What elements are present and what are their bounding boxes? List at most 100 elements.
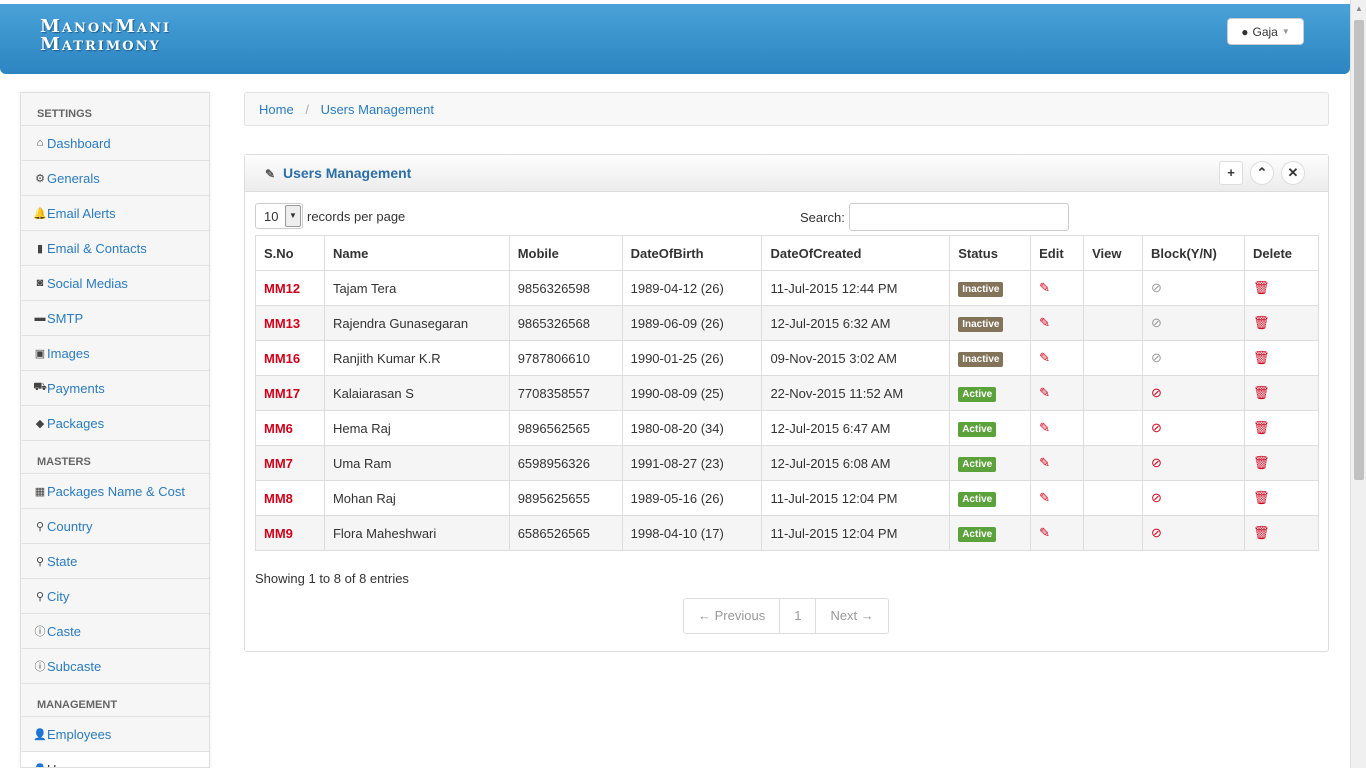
user-menu-button[interactable]: ● Gaja ▼ <box>1227 18 1304 45</box>
sidebar-section-title: MASTERS <box>21 441 209 474</box>
sidebar-item-city[interactable]: ⚲ City <box>21 579 209 614</box>
trash-icon[interactable]: 🗑 <box>1253 385 1270 400</box>
pencil-icon[interactable]: ✎ <box>1039 280 1050 295</box>
dob-cell: 1991-08-27 (23) <box>621 445 763 481</box>
add-button[interactable]: + <box>1219 161 1243 185</box>
next-page-button[interactable]: Next → <box>816 599 887 633</box>
collapse-button[interactable]: ⌃ <box>1250 161 1274 185</box>
sidebar-item-packages[interactable]: ◆ Packages <box>21 406 209 441</box>
ban-icon[interactable]: ⊘ <box>1151 350 1162 365</box>
sidebar-item-images[interactable]: ▣ Images <box>21 336 209 371</box>
sidebar-item-employees[interactable]: 👤 Employees <box>21 717 209 752</box>
table-info: Showing 1 to 8 of 8 entries <box>255 571 409 586</box>
user-icon: 👤 <box>33 728 47 741</box>
trash-icon[interactable]: 🗑 <box>1253 280 1270 295</box>
sidebar-item-users[interactable]: 👤Users <box>21 752 209 767</box>
pagination: ← Previous 1 Next → <box>683 598 889 634</box>
ban-icon[interactable]: ⊘ <box>1151 420 1162 435</box>
scroll-up-arrow[interactable]: ▲ <box>1351 4 1366 14</box>
user-name-cell: Flora Maheshwari <box>323 515 510 551</box>
trash-icon[interactable]: 🗑 <box>1253 490 1270 505</box>
column-header[interactable]: Edit <box>1030 235 1085 271</box>
sidebar-item-payments[interactable]: ⛟ Payments <box>21 371 209 406</box>
sidebar-item-packages-name-cost[interactable]: ▦ Packages Name & Cost <box>21 474 209 509</box>
delete-cell: 🗑 <box>1243 375 1320 411</box>
table-row: MM8 Mohan Raj 9895625655 1989-05-16 (26) 11-… <box>255 480 1320 516</box>
pencil-icon[interactable]: ✎ <box>1039 315 1050 330</box>
top-navbar: ManonMani Matrimony ● Gaja ▼ <box>0 4 1350 74</box>
sidebar-item-dashboard[interactable]: ⌂ Dashboard <box>21 126 209 161</box>
column-header[interactable]: S.No <box>255 235 325 271</box>
status-cell: Active <box>949 515 1032 551</box>
pencil-icon[interactable]: ✎ <box>1039 490 1050 505</box>
pencil-icon[interactable]: ✎ <box>1039 420 1050 435</box>
ban-icon[interactable]: ⊘ <box>1151 490 1162 505</box>
ban-icon[interactable]: ⊘ <box>1151 385 1162 400</box>
sidebar-item-social-medias[interactable]: ◙ Social Medias <box>21 266 209 301</box>
column-header[interactable]: DateOfBirth <box>621 235 763 271</box>
block-cell: ⊘ <box>1142 515 1245 551</box>
trash-icon[interactable]: 🗑 <box>1253 350 1270 365</box>
ban-icon[interactable]: ⊘ <box>1151 525 1162 540</box>
page-scrollbar[interactable]: ▲ <box>1350 0 1366 768</box>
previous-page-button[interactable]: ← Previous <box>684 599 781 633</box>
view-cell <box>1083 410 1144 446</box>
gift-icon: ▦ <box>34 485 46 498</box>
page-1-button[interactable]: 1 <box>780 599 817 633</box>
pencil-icon[interactable]: ✎ <box>1039 385 1050 400</box>
user-id-cell: MM9 <box>255 515 325 551</box>
map-marker-icon: ⚲ <box>35 555 45 568</box>
column-header[interactable]: Block(Y/N) <box>1142 235 1245 271</box>
sidebar-item-email-alerts[interactable]: 🔔 Email Alerts <box>21 196 209 231</box>
mobile-cell: 9895625655 <box>508 480 623 516</box>
sidebar-item-label: Email Alerts <box>47 205 116 221</box>
records-per-page-select[interactable]: 10 ▼ <box>255 203 303 229</box>
user-id-cell: MM17 <box>255 375 325 411</box>
ban-icon[interactable]: ⊘ <box>1151 315 1162 330</box>
search-input[interactable] <box>848 203 1069 231</box>
sidebar-item-caste[interactable]: ⓘ Caste <box>21 614 209 649</box>
edit-cell: ✎ <box>1030 305 1085 341</box>
breadcrumb: Home / Users Management <box>244 92 1329 126</box>
scroll-thumb[interactable] <box>1354 20 1364 480</box>
records-per-page-value: 10 <box>264 208 279 224</box>
sidebar-item-label: Images <box>47 345 90 361</box>
sidebar-item-state[interactable]: ⚲ State <box>21 544 209 579</box>
pencil-icon[interactable]: ✎ <box>1039 525 1050 540</box>
sidebar-item-generals[interactable]: ⚙ Generals <box>21 161 209 196</box>
column-header[interactable]: Delete <box>1243 235 1320 271</box>
trash-icon[interactable]: 🗑 <box>1253 455 1270 470</box>
status-badge: Inactive <box>958 281 1004 297</box>
search-label: Search: <box>800 209 845 225</box>
ban-icon[interactable]: ⊘ <box>1151 455 1162 470</box>
view-cell <box>1083 445 1144 481</box>
edit-cell: ✎ <box>1030 375 1085 411</box>
status-cell: Active <box>949 480 1032 516</box>
breadcrumb-current[interactable]: Users Management <box>321 102 434 117</box>
mobile-cell: 7708358557 <box>508 375 623 411</box>
column-header[interactable]: DateOfCreated <box>761 235 951 271</box>
column-header[interactable]: Mobile <box>508 235 623 271</box>
user-name-cell: Hema Raj <box>323 410 510 446</box>
column-header[interactable]: Status <box>949 235 1032 271</box>
edit-icon: ✎ <box>265 167 276 181</box>
trash-icon[interactable]: 🗑 <box>1253 420 1270 435</box>
close-button[interactable]: ✕ <box>1281 161 1305 185</box>
sidebar-item-email-contacts[interactable]: ▮ Email & Contacts <box>21 231 209 266</box>
breadcrumb-separator: / <box>305 102 309 117</box>
column-header[interactable]: Name <box>323 235 510 271</box>
sidebar-item-country[interactable]: ⚲ Country <box>21 509 209 544</box>
picture-icon: ▣ <box>34 347 46 360</box>
sidebar-item-subcaste[interactable]: ⓘ Subcaste <box>21 649 209 684</box>
brand-logo[interactable]: ManonMani Matrimony <box>40 18 171 54</box>
trash-icon[interactable]: 🗑 <box>1253 525 1270 540</box>
pencil-icon[interactable]: ✎ <box>1039 350 1050 365</box>
pencil-icon[interactable]: ✎ <box>1039 455 1050 470</box>
status-badge: Active <box>958 491 997 507</box>
sidebar-item-smtp[interactable]: ▬ SMTP <box>21 301 209 336</box>
breadcrumb-home[interactable]: Home <box>259 102 294 117</box>
user-id-cell: MM6 <box>255 410 325 446</box>
trash-icon[interactable]: 🗑 <box>1253 315 1270 330</box>
ban-icon[interactable]: ⊘ <box>1151 280 1162 295</box>
column-header[interactable]: View <box>1083 235 1144 271</box>
